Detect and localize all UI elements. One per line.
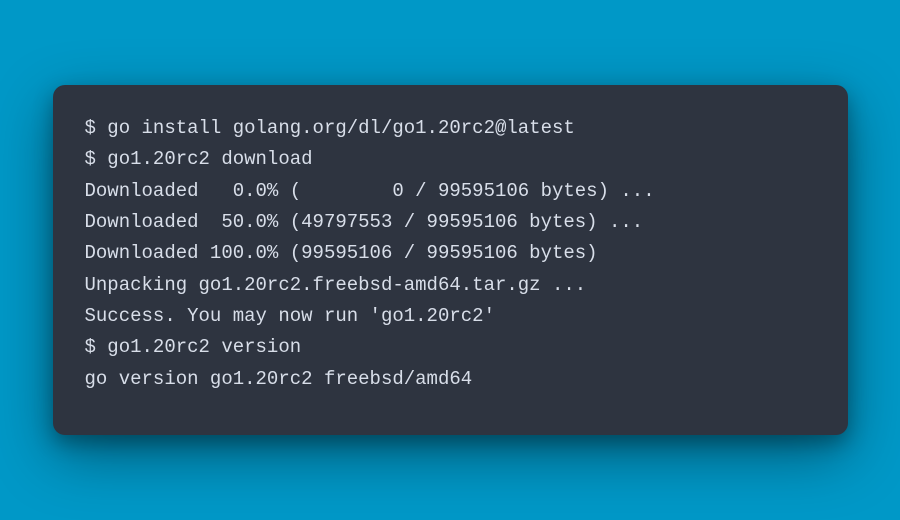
terminal-window[interactable]: $ go install golang.org/dl/go1.20rc2@lat… [53,85,848,435]
terminal-line: Success. You may now run 'go1.20rc2' [85,301,816,332]
terminal-line: $ go1.20rc2 download [85,144,816,175]
terminal-line: Downloaded 100.0% (99595106 / 99595106 b… [85,238,816,269]
terminal-line: Unpacking go1.20rc2.freebsd-amd64.tar.gz… [85,270,816,301]
terminal-line: $ go install golang.org/dl/go1.20rc2@lat… [85,113,816,144]
terminal-line: Downloaded 0.0% ( 0 / 99595106 bytes) ..… [85,176,816,207]
terminal-line: $ go1.20rc2 version [85,332,816,363]
terminal-line: go version go1.20rc2 freebsd/amd64 [85,364,816,395]
terminal-line: Downloaded 50.0% (49797553 / 99595106 by… [85,207,816,238]
